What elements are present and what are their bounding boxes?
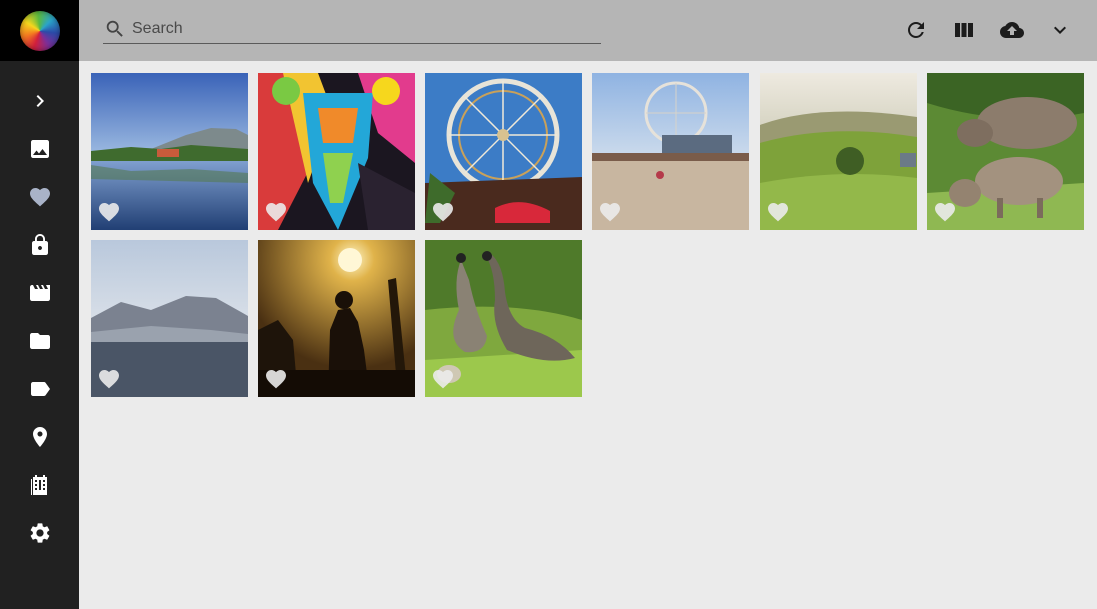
logo-area[interactable]: [0, 0, 79, 61]
topbar: [79, 0, 1097, 61]
image-icon: [30, 140, 49, 158]
favorite-toggle[interactable]: [431, 200, 455, 224]
photo-tile-sunset-silhouettes[interactable]: [258, 240, 415, 397]
chevron-right-icon: [36, 95, 44, 107]
heart-icon: [266, 370, 286, 389]
more-options-button[interactable]: [1042, 12, 1078, 48]
heart-icon: [600, 203, 620, 222]
movie-icon: [29, 285, 50, 301]
view-column-icon: [955, 23, 973, 37]
sidebar-item-labels[interactable]: [0, 365, 79, 413]
search-bar[interactable]: [103, 14, 601, 44]
place-icon: [32, 427, 47, 447]
refresh-icon: [908, 22, 924, 38]
favorite-toggle[interactable]: [598, 200, 622, 224]
heart-icon: [935, 203, 955, 222]
heart-icon: [29, 188, 50, 207]
favorite-toggle[interactable]: [431, 367, 455, 391]
photo-tile-warthogs[interactable]: [927, 73, 1084, 230]
gear-icon: [30, 523, 49, 543]
heart-icon: [99, 370, 119, 389]
photo-tile-lake-reflection[interactable]: [91, 73, 248, 230]
search-input[interactable]: [132, 15, 582, 42]
sidebar-item-places[interactable]: [0, 413, 79, 461]
favorite-toggle[interactable]: [933, 200, 957, 224]
search-icon: [106, 20, 123, 37]
chevron-down-icon: [1054, 26, 1066, 34]
lock-icon: [31, 234, 48, 255]
heart-icon: [433, 203, 453, 222]
heart-icon: [99, 203, 119, 222]
photo-tile-psychedelic-mural[interactable]: [258, 73, 415, 230]
app-logo[interactable]: [19, 10, 60, 51]
sidebar-item-library[interactable]: [0, 461, 79, 509]
sidebar-item-settings[interactable]: [0, 509, 79, 557]
favorite-toggle[interactable]: [97, 200, 121, 224]
photo-tile-green-hills[interactable]: [760, 73, 917, 230]
favorite-toggle[interactable]: [766, 200, 790, 224]
favorite-toggle[interactable]: [264, 367, 288, 391]
photo-tile-ferris-wheel-fair[interactable]: [425, 73, 582, 230]
film-library-icon: [30, 475, 47, 495]
photo-tile-misty-mountains-sea[interactable]: [91, 240, 248, 397]
favorite-toggle[interactable]: [97, 367, 121, 391]
cloud-upload-icon: [1000, 22, 1024, 38]
sidebar-item-photos[interactable]: [0, 125, 79, 173]
refresh-button[interactable]: [898, 12, 934, 48]
photo-tile-pier-ferris-wheel-beach[interactable]: [592, 73, 749, 230]
folder-icon: [29, 333, 50, 349]
sidebar-item-expand[interactable]: [0, 77, 79, 125]
favorite-toggle[interactable]: [264, 200, 288, 224]
view-toggle-button[interactable]: [946, 12, 982, 48]
sidebar-item-favorites[interactable]: [0, 173, 79, 221]
heart-icon: [433, 370, 453, 389]
heart-icon: [266, 203, 286, 222]
photo-tile-geese-on-grass[interactable]: [425, 240, 582, 397]
label-icon: [30, 382, 50, 396]
heart-icon: [768, 203, 788, 222]
sidebar: [0, 0, 79, 609]
sidebar-item-videos[interactable]: [0, 269, 79, 317]
upload-button[interactable]: [994, 12, 1030, 48]
sidebar-item-private[interactable]: [0, 221, 79, 269]
sidebar-item-folders[interactable]: [0, 317, 79, 365]
